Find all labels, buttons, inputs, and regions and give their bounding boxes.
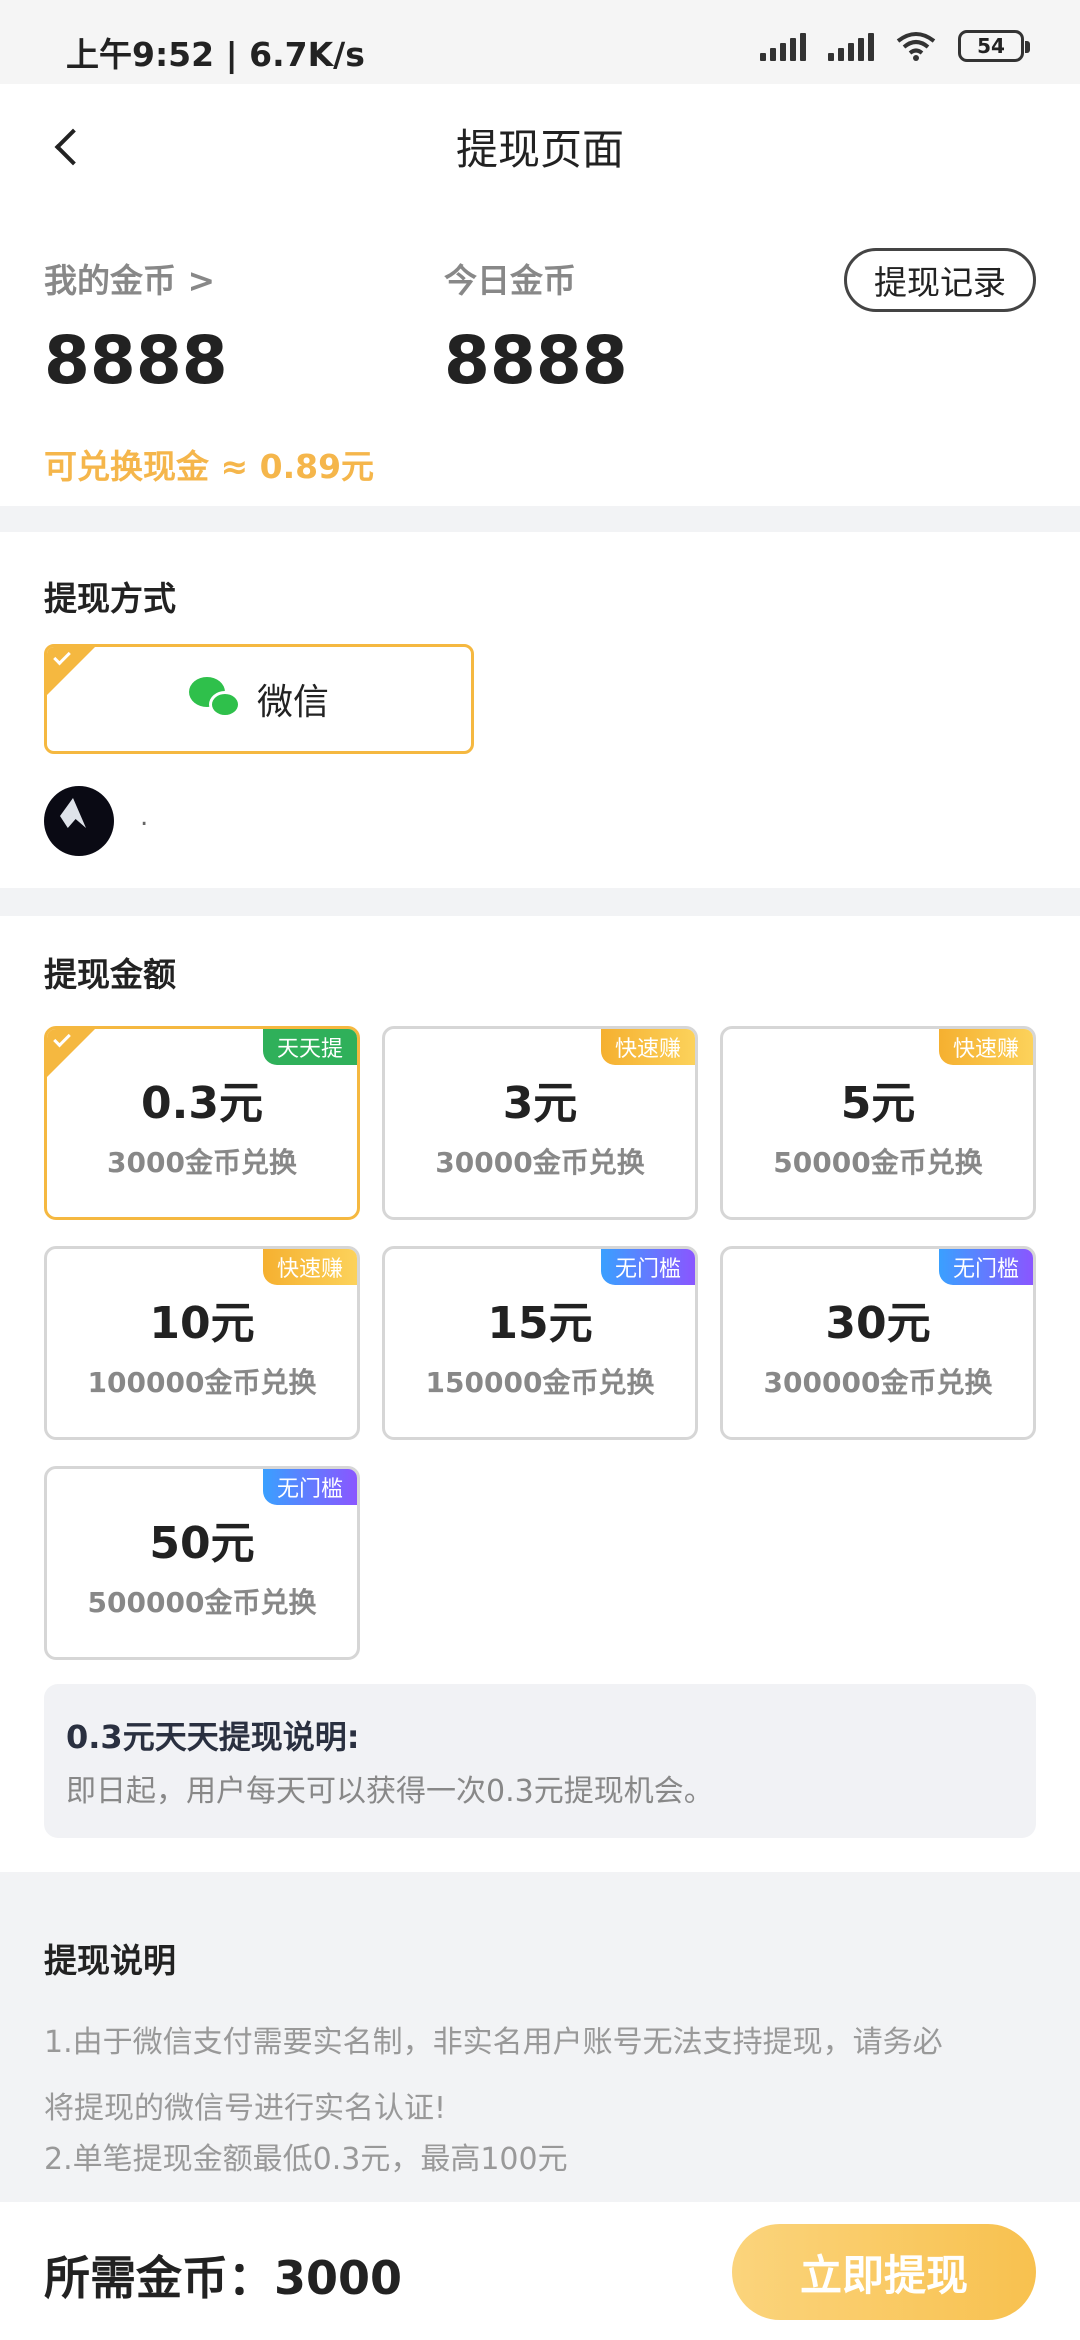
withdraw-amount-section: 提现金额 天天提 0.3元 3000金币兑换 快速赚 3元 30000金币兑换 … <box>0 916 1080 1872</box>
wechat-icon <box>188 677 243 721</box>
selected-corner <box>47 647 95 695</box>
option-tag: 无门槛 <box>262 1469 357 1505</box>
bottom-bar: 所需金币：3000 立即提现 <box>0 2202 1080 2340</box>
option-price: 10元 <box>149 1298 255 1349</box>
option-tag: 快速赚 <box>600 1029 695 1065</box>
avatar <box>44 786 114 856</box>
note-title: 0.3元天天提现说明: <box>66 1718 360 1756</box>
wechat-label: 微信 <box>256 682 329 723</box>
option-cost: 30000金币兑换 <box>435 1146 645 1179</box>
wallet-summary: 我的金币 > 8888 今日金币 8888 提现记录 可兑换现金 ≈ 0.89元 <box>0 206 1080 506</box>
daily-withdraw-note: 0.3元天天提现说明: 即日起，用户每天可以获得一次0.3元提现机会。 <box>44 1684 1036 1838</box>
explain-line: 1.由于微信支付需要实名制，非实名用户账号无法支持提现，请务必 <box>44 2025 943 2060</box>
wechat-method-option[interactable]: 微信 <box>44 644 474 754</box>
status-bar: 上午9:52 | 6.7K/s 54 <box>0 0 1080 84</box>
option-cost: 500000金币兑换 <box>87 1586 317 1619</box>
option-tag: 无门槛 <box>600 1249 695 1285</box>
withdraw-record-button[interactable]: 提现记录 <box>844 248 1036 312</box>
option-cost: 150000金币兑换 <box>425 1366 655 1399</box>
option-cost: 50000金币兑换 <box>773 1146 983 1179</box>
withdraw-explanation: 提现说明 1.由于微信支付需要实名制，非实名用户账号无法支持提现，请务必 将提现… <box>0 1872 1080 2202</box>
page-title: 提现页面 <box>455 125 624 174</box>
amount-option[interactable]: 无门槛 15元 150000金币兑换 <box>382 1246 698 1440</box>
method-title: 提现方式 <box>44 579 176 618</box>
option-price: 5元 <box>840 1078 916 1129</box>
status-icons: 54 <box>760 30 1030 62</box>
battery-icon: 54 <box>958 30 1030 62</box>
amount-option[interactable]: 快速赚 10元 100000金币兑换 <box>44 1246 360 1440</box>
amount-option[interactable]: 快速赚 3元 30000金币兑换 <box>382 1026 698 1220</box>
option-cost: 3000金币兑换 <box>107 1146 297 1179</box>
my-coins-link[interactable]: 我的金币 > <box>44 254 215 302</box>
amount-option[interactable]: 无门槛 50元 500000金币兑换 <box>44 1466 360 1660</box>
option-price: 50元 <box>149 1518 255 1569</box>
exchange-estimate: 可兑换现金 ≈ 0.89元 <box>44 447 375 486</box>
nickname: . <box>140 802 149 832</box>
amount-option[interactable]: 快速赚 5元 50000金币兑换 <box>720 1026 1036 1220</box>
explain-title: 提现说明 <box>44 1941 176 1980</box>
option-price: 0.3元 <box>141 1078 263 1129</box>
my-coins-value: 8888 <box>44 322 228 399</box>
wifi-icon <box>896 32 936 61</box>
explain-line: 将提现的微信号进行实名认证! <box>44 2091 447 2126</box>
amount-title: 提现金额 <box>44 955 176 994</box>
option-tag: 无门槛 <box>938 1249 1033 1285</box>
note-text: 即日起，用户每天可以获得一次0.3元提现机会。 <box>66 1774 714 1809</box>
withdraw-now-button[interactable]: 立即提现 <box>732 2224 1036 2320</box>
option-price: 15元 <box>487 1298 593 1349</box>
withdraw-method-section: 提现方式 微信 . <box>0 532 1080 888</box>
option-tag: 快速赚 <box>938 1029 1033 1065</box>
option-cost: 100000金币兑换 <box>87 1366 317 1399</box>
today-coins-label: 今日金币 <box>444 261 576 300</box>
explain-line: 2.单笔提现金额最低0.3元，最高100元 <box>44 2142 568 2177</box>
option-cost: 300000金币兑换 <box>763 1366 993 1399</box>
required-coins: 所需金币：3000 <box>44 2251 403 2305</box>
option-price: 30元 <box>825 1298 931 1349</box>
amount-option[interactable]: 无门槛 30元 300000金币兑换 <box>720 1246 1036 1440</box>
option-price: 3元 <box>502 1078 578 1129</box>
nav-bar: 提现页面 <box>0 84 1080 206</box>
signal-hd-icon <box>828 31 874 61</box>
option-tag: 天天提 <box>262 1029 357 1065</box>
signal-icon <box>760 31 806 61</box>
status-time: 上午9:52 | 6.7K/s <box>66 35 365 74</box>
amount-option[interactable]: 天天提 0.3元 3000金币兑换 <box>44 1026 360 1220</box>
today-coins-value: 8888 <box>444 322 628 399</box>
option-tag: 快速赚 <box>262 1249 357 1285</box>
